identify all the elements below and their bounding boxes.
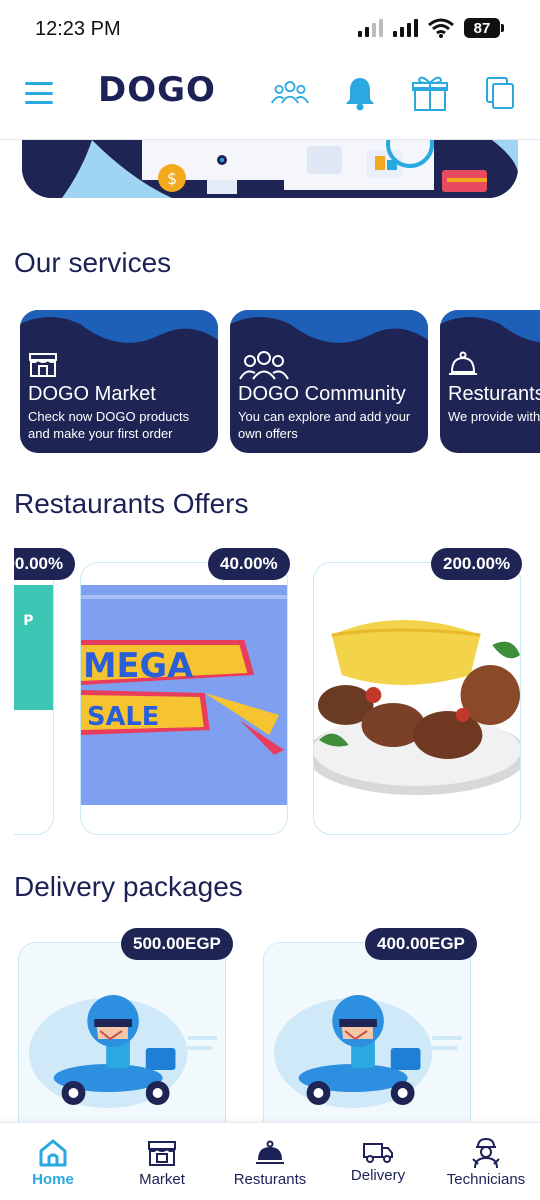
bottom-navigation: Home Market Resturants Delivery Technici… bbox=[0, 1122, 540, 1200]
status-bar: 12:23 PM 87 bbox=[0, 0, 540, 60]
offer-image: MEGA SALE bbox=[81, 585, 287, 805]
wifi-icon bbox=[428, 18, 454, 38]
service-description: You can explore and add your own offers bbox=[238, 409, 411, 441]
discount-badge: 100.00% bbox=[14, 548, 76, 580]
gift-icon[interactable] bbox=[410, 73, 450, 113]
app-header: DOGO bbox=[0, 60, 540, 140]
banner-illustration: $ bbox=[22, 140, 518, 198]
nav-resturants[interactable]: Resturants bbox=[220, 1123, 320, 1200]
service-description: We provide with restaurants bbox=[448, 409, 540, 424]
svg-text:P: P bbox=[23, 613, 33, 629]
nav-home[interactable]: Home bbox=[3, 1123, 103, 1200]
service-card-resturants[interactable]: Resturants We provide with restaurants bbox=[440, 310, 540, 453]
cloche-icon bbox=[255, 1137, 285, 1169]
community-icon[interactable] bbox=[270, 73, 310, 113]
offer-image-text: MEGA bbox=[83, 646, 194, 685]
offer-image-text: SALE bbox=[87, 702, 159, 732]
offers-carousel[interactable]: P 100.00% MEGA SALE 40.00% bbox=[14, 545, 540, 845]
technician-icon bbox=[470, 1137, 502, 1169]
services-carousel[interactable]: DOGO Market Check now DOGO products and … bbox=[20, 310, 540, 455]
nav-label: Resturants bbox=[233, 1171, 307, 1188]
offers-section-title: Restaurants Offers bbox=[14, 488, 249, 519]
home-icon bbox=[37, 1137, 69, 1169]
logo[interactable]: DOGO bbox=[98, 70, 216, 110]
delivery-scooter-image bbox=[19, 943, 225, 1125]
signal-icon bbox=[358, 19, 383, 37]
promo-banner[interactable]: $ bbox=[22, 140, 518, 198]
offer-card[interactable]: P bbox=[14, 562, 54, 835]
offer-image bbox=[314, 585, 520, 805]
service-title: DOGO Community bbox=[238, 383, 406, 405]
signal-icon bbox=[393, 19, 418, 37]
header-actions bbox=[270, 73, 520, 113]
nav-label: Market bbox=[139, 1171, 185, 1188]
store-icon bbox=[147, 1137, 177, 1169]
cloche-icon bbox=[449, 351, 477, 375]
delivery-carousel[interactable]: 500.00EGP 400.00EGP bbox=[0, 925, 540, 1125]
delivery-scooter-image bbox=[264, 943, 470, 1125]
service-description: Check now DOGO products and make your fi… bbox=[28, 409, 190, 441]
community-icon bbox=[239, 351, 289, 380]
nav-delivery[interactable]: Delivery bbox=[328, 1123, 428, 1200]
nav-label: Home bbox=[32, 1171, 74, 1188]
offer-card[interactable] bbox=[313, 562, 521, 835]
nav-technicians[interactable]: Technicians bbox=[436, 1123, 536, 1200]
offer-image: P bbox=[14, 585, 53, 805]
store-icon bbox=[29, 353, 57, 377]
service-title: Resturants bbox=[448, 383, 540, 405]
battery-icon: 87 bbox=[464, 18, 504, 38]
nav-label: Delivery bbox=[350, 1167, 406, 1184]
delivery-section-title: Delivery packages bbox=[14, 871, 243, 902]
truck-icon bbox=[362, 1141, 394, 1165]
bell-icon[interactable] bbox=[340, 73, 380, 113]
price-badge: 500.00EGP bbox=[121, 928, 233, 960]
menu-icon[interactable] bbox=[25, 82, 53, 104]
svg-text:$: $ bbox=[167, 169, 177, 188]
service-card-community[interactable]: DOGO Community You can explore and add y… bbox=[230, 310, 428, 453]
delivery-package-card[interactable] bbox=[18, 942, 226, 1125]
service-title: DOGO Market bbox=[28, 383, 156, 405]
status-icons: 87 bbox=[358, 18, 504, 38]
discount-badge: 40.00% bbox=[208, 548, 290, 580]
status-time: 12:23 PM bbox=[35, 18, 121, 40]
services-section-title: Our services bbox=[14, 247, 172, 278]
copy-icon[interactable] bbox=[480, 73, 520, 113]
service-card-market[interactable]: DOGO Market Check now DOGO products and … bbox=[20, 310, 218, 453]
nav-market[interactable]: Market bbox=[112, 1123, 212, 1200]
discount-badge: 200.00% bbox=[431, 548, 523, 580]
nav-label: Technicians bbox=[446, 1171, 526, 1188]
offer-card[interactable]: MEGA SALE bbox=[80, 562, 288, 835]
price-badge: 400.00EGP bbox=[365, 928, 477, 960]
delivery-package-card[interactable] bbox=[263, 942, 471, 1125]
